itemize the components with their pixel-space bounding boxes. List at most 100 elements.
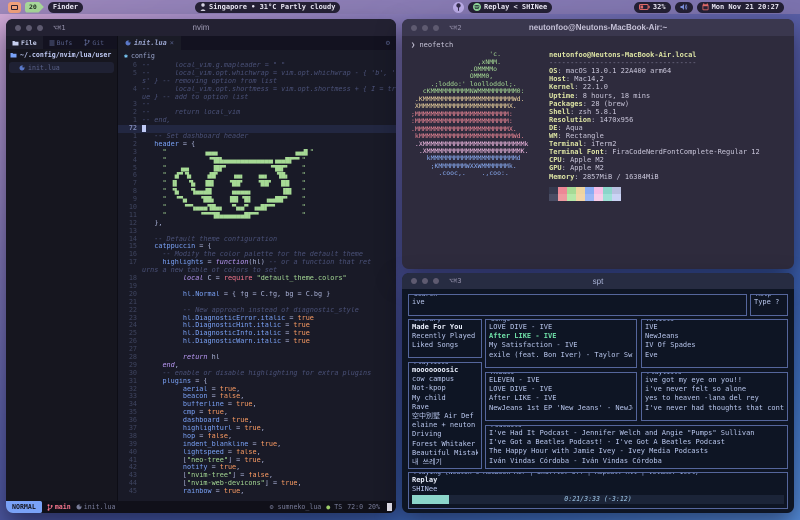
code-line: 7 " ▐▌ ▝▙ ▐█▌ ▝██▘ ▝██▘ ██ " [118, 180, 396, 188]
zoom-button[interactable] [433, 278, 439, 284]
code-line: 72 [118, 125, 396, 133]
list-item[interactable]: NewJeans 1st EP 'New Jeans' - NewJeans [489, 404, 633, 413]
list-item[interactable]: After LIKE - IVE [489, 332, 633, 341]
list-item[interactable]: Rave [412, 403, 478, 412]
list-item[interactable]: yes to heaven -lana del rey [645, 394, 784, 403]
list-item[interactable]: i've never felt so alone [645, 385, 784, 394]
code-line: 43 ["nvim-tree"] = false, [118, 472, 396, 480]
code-line: 42 notify = true, [118, 464, 396, 472]
list-item[interactable]: LOVE DIVE - IVE [489, 323, 633, 332]
playing-artist: SHINee [412, 485, 784, 494]
front-app-pill[interactable]: Finder [48, 2, 83, 13]
list-item[interactable]: Recently Played [412, 332, 478, 341]
now-playing-pill[interactable]: Replay < SHINee [468, 2, 552, 13]
treesitter-indicator: ● TS [326, 503, 342, 511]
search-input[interactable]: Search ive [408, 294, 747, 316]
weather-pill[interactable]: Singapore • 31°C Partly cloudy [195, 2, 340, 13]
list-item[interactable]: I've never had thoughts that control me [645, 404, 784, 413]
albums-panel[interactable]: Albums ELEVEN - IVELOVE DIVE - IVEAfter … [485, 372, 637, 421]
list-item[interactable]: mooooooosic [412, 366, 478, 375]
library-panel[interactable]: Library Made For YouRecently PlayedLiked… [408, 319, 482, 358]
close-button[interactable] [411, 278, 417, 284]
color-swatch [594, 187, 603, 194]
list-item[interactable]: elaine + neuton [412, 421, 478, 430]
list-item[interactable]: The Happy Hour with Jamie Ivey - Ivey Me… [489, 447, 784, 456]
list-item[interactable]: IVE [645, 323, 784, 332]
tree-tab-file[interactable]: File [6, 36, 43, 49]
zoom-button[interactable] [37, 25, 43, 31]
songs-panel[interactable]: Songs LOVE DIVE - IVEAfter LIKE - IVEMy … [485, 319, 637, 368]
spt-titlebar[interactable]: ⌥⌘3 spt [402, 273, 794, 289]
clock-pill[interactable]: Mon Nov 21 20:27 [697, 2, 784, 13]
neofetch-output: 'c. ,xNMM. .OMMMMo OMMM0, .;loddo:' lool… [411, 51, 785, 201]
editor-tab-init-lua[interactable]: init.lua × [118, 36, 181, 50]
code-line: 16 -- Modify the color palette for the d… [118, 251, 396, 259]
list-item[interactable]: Iván Vindas Córdoba - Iván Vindas Córdob… [489, 457, 784, 466]
list-item[interactable]: NewJeans [645, 332, 784, 341]
list-item[interactable]: Liked Songs [412, 341, 478, 350]
pin-icon[interactable] [453, 2, 464, 13]
active-app-icon[interactable] [8, 2, 21, 13]
list-item[interactable]: exile (feat. Bon Iver) - Taylor Swift, [489, 351, 633, 360]
statusline-file[interactable]: init.lua [76, 503, 116, 511]
git-branch-icon [47, 504, 53, 511]
list-item[interactable]: cow campus [412, 375, 478, 384]
code-line: 1 -- Set dashboard header [118, 133, 396, 141]
list-item[interactable]: ELEVEN - IVE [489, 376, 633, 385]
battery-pill[interactable]: 32% [634, 2, 671, 13]
minimize-button[interactable] [422, 25, 428, 31]
list-item[interactable]: IV Of Spades [645, 341, 784, 350]
list-item[interactable]: LOVE DIVE - IVE [489, 385, 633, 394]
list-item[interactable]: I've Had It Podcast - Jennifer Welch and… [489, 429, 784, 438]
list-item[interactable]: 空中別墅 Air Def [412, 412, 478, 421]
nvim-window: ⌥⌘1 nvim File Bufs Git ~/.conf [6, 19, 396, 513]
menu-bar: 20 Finder Singapore • 31°C Partly cloudy… [0, 0, 800, 14]
list-item[interactable]: Not-kpop [412, 384, 478, 393]
close-button[interactable] [15, 25, 21, 31]
tree-root-path[interactable]: ~/.config/nvim/lua/user [6, 49, 117, 61]
playlists-panel[interactable]: Playlists mooooooosiccow campusNot-kpopM… [408, 362, 482, 469]
code-line: 33 beacon = false, [118, 393, 396, 401]
window-shortcut: ⌥⌘3 [449, 277, 462, 285]
tree-tab-bufs[interactable]: Bufs [43, 36, 79, 49]
cursor-position: 72:0 [347, 503, 363, 511]
minimize-button[interactable] [422, 278, 428, 284]
code-line: ue } -- add to option list [118, 94, 396, 102]
tree-tab-git[interactable]: Git [78, 36, 110, 49]
list-item[interactable]: Forest Whitaker Ra [412, 440, 478, 449]
list-item[interactable]: 내 쓰레기 [412, 458, 478, 467]
code-area[interactable]: 6-- local_vim.g.mapleader = " "5-- local… [118, 61, 396, 501]
list-item[interactable]: ive got my eye on you!! [645, 376, 784, 385]
close-button[interactable] [411, 25, 417, 31]
podcasts-panel[interactable]: Podcasts I've Had It Podcast - Jennifer … [485, 425, 788, 469]
minimize-button[interactable] [26, 25, 32, 31]
terminal-titlebar[interactable]: ⌥⌘2 neutonfoo@Neutons-MacBook-Air:~ [402, 19, 794, 36]
search-playlists-panel[interactable]: Playlists ive got my eye on you!!i've ne… [641, 372, 788, 421]
zoom-button[interactable] [433, 25, 439, 31]
list-item[interactable]: Eve [645, 351, 784, 360]
list-item[interactable]: I've Got a Beatles Podcast! - I've Got A… [489, 438, 784, 447]
tree-file-init-lua[interactable]: init.lua [9, 62, 114, 73]
help-box[interactable]: Help Type ? [750, 294, 788, 316]
terminal-window: ⌥⌘2 neutonfoo@Neutons-MacBook-Air:~ ❯ ne… [402, 19, 794, 269]
tabbar-gear-icon[interactable]: ⚙ [386, 39, 390, 47]
terminal-content[interactable]: ❯ neofetch 'c. ,xNMM. .OMMMMo OMMM0, .;l… [402, 36, 794, 269]
volume-pill[interactable] [675, 2, 693, 13]
now-playing-panel[interactable]: Playing (Neuton's MacBook Air | Shuffle:… [408, 472, 788, 509]
nvim-titlebar[interactable]: ⌥⌘1 nvim [6, 19, 396, 36]
git-branch[interactable]: main [47, 503, 71, 511]
color-swatch [558, 194, 567, 201]
tree-path-label: ~/.config/nvim/lua/user [20, 51, 111, 59]
list-item[interactable]: Beautiful Mistakes [412, 449, 478, 458]
artists-panel[interactable]: Artists IVENewJeansIV Of SpadesEve [641, 319, 788, 368]
progress-bar[interactable]: 0:21/3:33 (-3:12) [412, 495, 784, 504]
file-tree-tabs: File Bufs Git [6, 36, 117, 49]
space-badge[interactable]: 20 [25, 2, 44, 13]
list-item[interactable]: Driving [412, 430, 478, 439]
list-item[interactable]: Made For You [412, 323, 478, 332]
tab-close-icon[interactable]: × [170, 39, 174, 47]
list-item[interactable]: My child [412, 394, 478, 403]
list-item[interactable]: My Satisfaction - IVE [489, 341, 633, 350]
list-item[interactable]: After LIKE - IVE [489, 394, 633, 403]
code-line: 3-- [118, 101, 396, 109]
